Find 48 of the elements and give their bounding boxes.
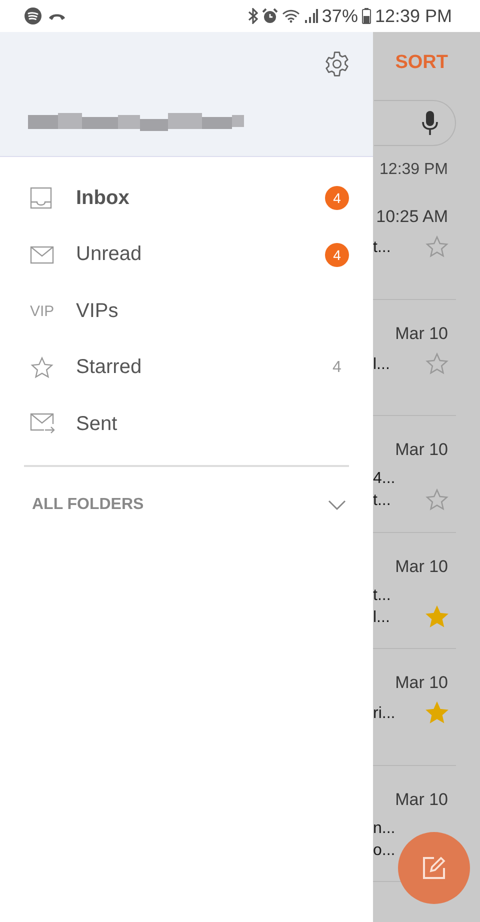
star-outline-icon [30,356,54,380]
sent-mail-icon [30,413,56,436]
email-time: 10:25 AM [375,206,449,227]
email-snippet: 4... [373,469,396,489]
email-time: Mar 10 [394,439,449,460]
email-snippet: l... [373,354,390,374]
unread-count: 4 [325,186,349,210]
email-time: 12:39 PM [378,160,449,180]
email-snippet: o... [373,840,396,860]
chevron-icon [327,498,347,510]
status-time: 12:39 PM [374,6,452,26]
filled-star-icon[interactable] [425,701,449,725]
email-snippet: t... [373,586,391,606]
battery-percent: 37% [322,6,358,26]
envelope-icon [30,246,54,264]
filled-star-icon[interactable] [425,604,449,628]
email-snippet: l... [373,608,391,628]
email-time: Mar 10 [394,672,449,693]
email-snippet: t... [373,491,392,511]
all-folders-toggle[interactable]: ALL FOLDERS [0,466,373,542]
bluetooth-icon [248,8,258,24]
folder-item[interactable]: Starred 4 [0,340,373,396]
email-snippet: n... [373,818,396,838]
alarm-icon [262,8,278,24]
microphone-icon[interactable] [421,110,439,136]
signal-icon [304,9,318,23]
star-outline-icon[interactable] [425,352,449,376]
email-time: Mar 10 [394,322,449,344]
folder-item[interactable]: Sent [0,396,373,452]
settings-icon[interactable] [323,50,351,78]
folder-item[interactable]: Unread 4 [0,226,373,283]
vip-label: VIP [30,302,54,320]
star-outline-icon[interactable] [425,488,449,512]
music-app-icon [24,7,42,25]
email-time: Mar 10 [394,788,449,810]
email-time: Mar 10 [394,556,449,576]
inbox-icon [30,187,52,210]
folder-item[interactable]: Inbox 4 [0,170,373,226]
unread-count: 4 [325,242,349,267]
battery-icon [362,8,371,24]
star-outline-icon[interactable] [425,235,449,259]
email-snippet: t... [373,238,391,258]
folder-item[interactable]: VIP VIPs [0,283,373,340]
compose-icon [420,854,448,882]
email-snippet: ri... [373,704,396,724]
search-field[interactable] [374,100,456,146]
item-count: 4 [332,358,342,377]
wifi-icon [282,9,300,23]
